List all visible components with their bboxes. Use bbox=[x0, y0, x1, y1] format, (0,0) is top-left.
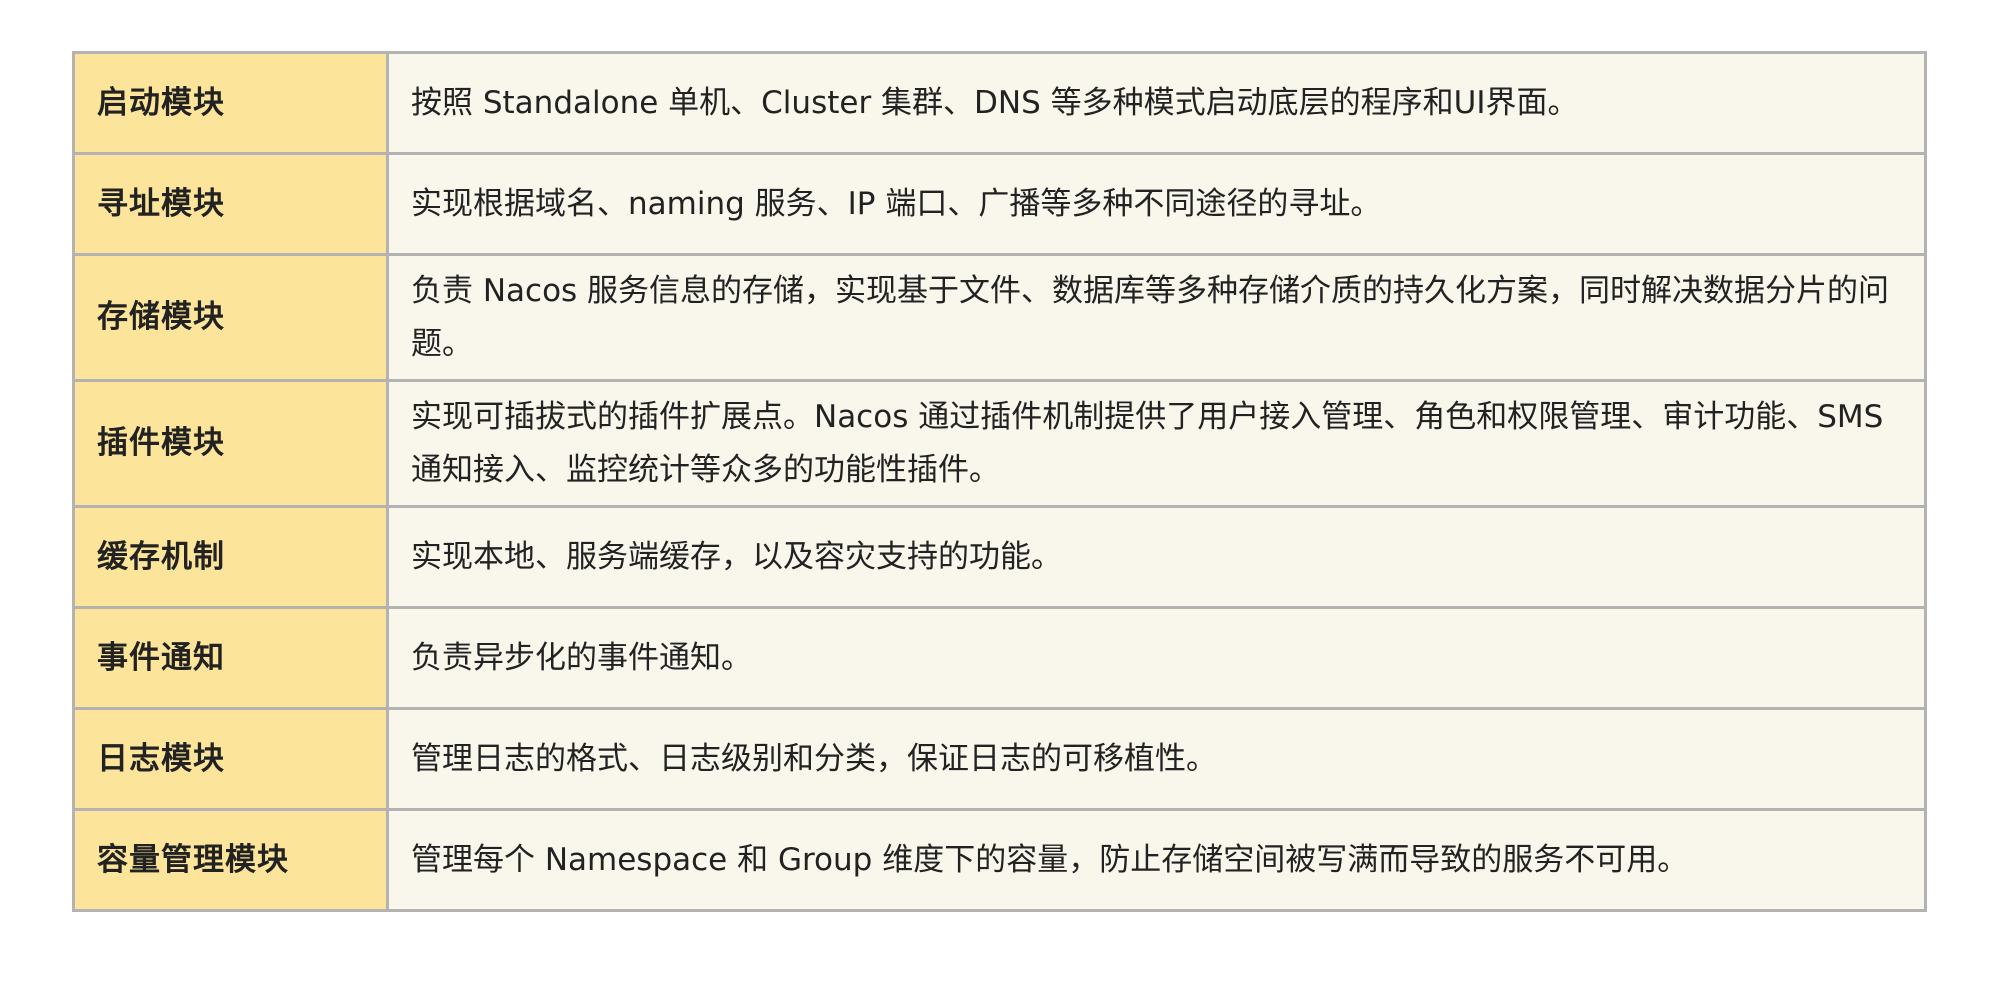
table-row: 事件通知 负责异步化的事件通知。 bbox=[72, 606, 1927, 710]
table-row: 日志模块 管理日志的格式、日志级别和分类，保证日志的可移植性。 bbox=[72, 707, 1927, 811]
module-name-cell: 插件模块 bbox=[72, 379, 389, 508]
module-name-cell: 事件通知 bbox=[72, 606, 389, 710]
module-description-cell: 负责异步化的事件通知。 bbox=[386, 606, 1927, 710]
module-name-cell: 启动模块 bbox=[72, 51, 389, 155]
module-name-cell: 缓存机制 bbox=[72, 505, 389, 609]
module-description-cell: 管理日志的格式、日志级别和分类，保证日志的可移植性。 bbox=[386, 707, 1927, 811]
table-row: 存储模块 负责 Nacos 服务信息的存储，实现基于文件、数据库等多种存储介质的… bbox=[72, 253, 1927, 382]
table-row: 缓存机制 实现本地、服务端缓存，以及容灾支持的功能。 bbox=[72, 505, 1927, 609]
module-table: 启动模块 按照 Standalone 单机、Cluster 集群、DNS 等多种… bbox=[72, 51, 1927, 912]
module-description-cell: 负责 Nacos 服务信息的存储，实现基于文件、数据库等多种存储介质的持久化方案… bbox=[386, 253, 1927, 382]
module-description-cell: 实现根据域名、naming 服务、IP 端口、广播等多种不同途径的寻址。 bbox=[386, 152, 1927, 256]
table-row: 插件模块 实现可插拔式的插件扩展点。Nacos 通过插件机制提供了用户接入管理、… bbox=[72, 379, 1927, 508]
table-row: 启动模块 按照 Standalone 单机、Cluster 集群、DNS 等多种… bbox=[72, 51, 1927, 155]
module-description-cell: 实现本地、服务端缓存，以及容灾支持的功能。 bbox=[386, 505, 1927, 609]
module-name-cell: 日志模块 bbox=[72, 707, 389, 811]
module-name-cell: 寻址模块 bbox=[72, 152, 389, 256]
module-name-cell: 存储模块 bbox=[72, 253, 389, 382]
module-description-cell: 实现可插拔式的插件扩展点。Nacos 通过插件机制提供了用户接入管理、角色和权限… bbox=[386, 379, 1927, 508]
module-name-cell: 容量管理模块 bbox=[72, 808, 389, 912]
table-row: 寻址模块 实现根据域名、naming 服务、IP 端口、广播等多种不同途径的寻址… bbox=[72, 152, 1927, 256]
module-description-cell: 按照 Standalone 单机、Cluster 集群、DNS 等多种模式启动底… bbox=[386, 51, 1927, 155]
table-row: 容量管理模块 管理每个 Namespace 和 Group 维度下的容量，防止存… bbox=[72, 808, 1927, 912]
module-description-cell: 管理每个 Namespace 和 Group 维度下的容量，防止存储空间被写满而… bbox=[386, 808, 1927, 912]
